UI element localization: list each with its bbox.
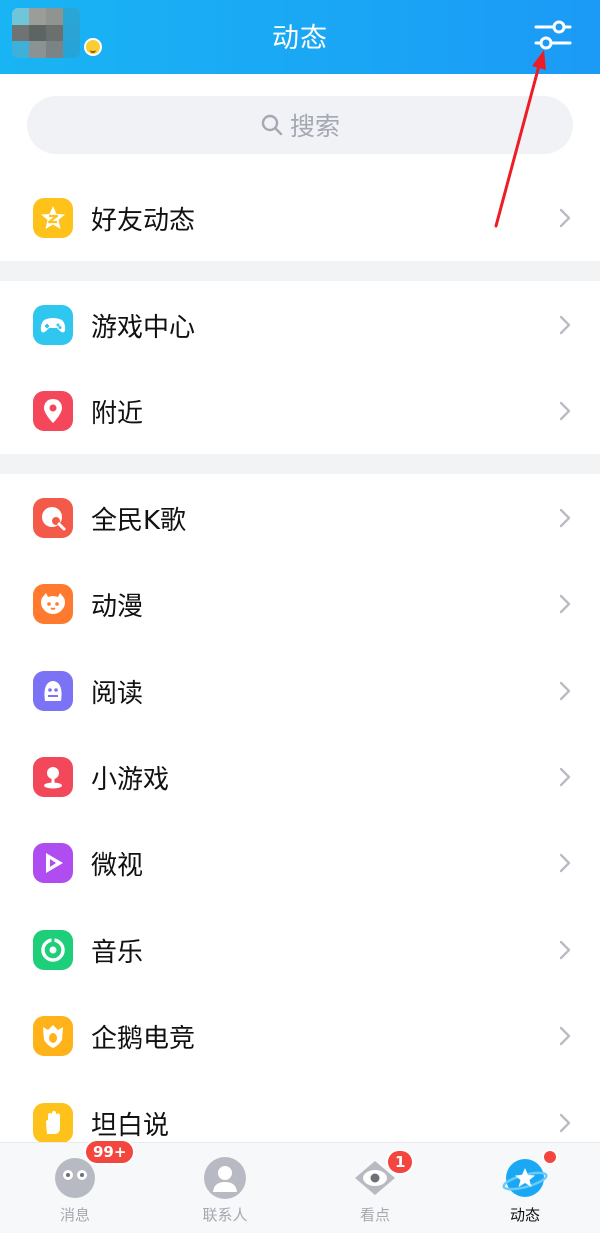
list-item-nearby[interactable]: 附近 (0, 368, 600, 454)
chevron-right-icon (559, 681, 571, 701)
new-activity-dot (542, 1149, 558, 1165)
list-item-label: 企鹅电竞 (91, 1023, 196, 1054)
list-item-game-center[interactable]: 游戏中心 (0, 282, 600, 368)
unread-badge: 99+ (84, 1139, 136, 1165)
reading-mascot-icon (33, 671, 73, 711)
music-disc-icon (33, 930, 73, 970)
page-title: 动态 (272, 23, 328, 54)
list-item-label: 微视 (91, 850, 144, 881)
list-item-karaoke[interactable]: 全民K歌 (0, 475, 600, 561)
chevron-right-icon (559, 853, 571, 873)
search-input[interactable]: 搜索 (27, 96, 573, 154)
list-item-reading[interactable]: 阅读 (0, 648, 600, 734)
header-bar: 动态 (0, 0, 600, 74)
karaoke-icon (33, 498, 73, 538)
chevron-right-icon (559, 940, 571, 960)
gamepad-icon (33, 305, 73, 345)
star-planet-icon (502, 1159, 548, 1197)
filter-sliders-icon[interactable] (532, 14, 574, 56)
list-item-friend-feed[interactable]: 好友动态 (0, 175, 600, 421)
qzone-star-icon (33, 198, 73, 238)
list-item-esports[interactable]: 企鹅电竞 (0, 993, 600, 1079)
hand-icon (33, 1103, 73, 1143)
tab-dynamics[interactable]: 动态 (450, 1143, 600, 1233)
tab-messages[interactable]: 99+ 消息 (0, 1139, 150, 1233)
mini-game-icon (33, 757, 73, 797)
tab-label: 联系人 (202, 1206, 248, 1224)
list-item-music[interactable]: 音乐 (0, 907, 600, 993)
list-item-mini-games[interactable]: 小游戏 (0, 734, 600, 820)
list-item-label: 好友动态 (91, 205, 196, 236)
list-item-label: 音乐 (91, 937, 144, 968)
list-item-label: 游戏中心 (91, 312, 196, 343)
bottom-tab-bar: 99+ 消息 联系人 1 看点 动态 (0, 1139, 600, 1233)
esports-crest-icon (33, 1016, 73, 1056)
unread-badge: 1 (386, 1149, 415, 1175)
anime-face-icon (33, 584, 73, 624)
list-item-label: 坦白说 (91, 1110, 170, 1141)
chevron-right-icon (559, 508, 571, 528)
list-item-anime[interactable]: 动漫 (0, 561, 600, 647)
chevron-right-icon (559, 208, 571, 228)
list-item-label: 全民K歌 (91, 505, 187, 536)
chevron-right-icon (559, 594, 571, 614)
list-item-label: 阅读 (91, 678, 144, 709)
section-divider (0, 454, 600, 474)
search-icon (261, 114, 283, 136)
location-pin-icon (33, 391, 73, 431)
weishi-play-icon (33, 843, 73, 883)
chevron-right-icon (559, 315, 571, 335)
tab-kandian[interactable]: 1 看点 (300, 1143, 450, 1233)
list-item-label: 动漫 (91, 591, 144, 622)
list-item-label: 小游戏 (91, 764, 170, 795)
list-item-label: 附近 (91, 398, 144, 429)
tab-contacts[interactable]: 联系人 (150, 1143, 300, 1233)
chevron-right-icon (559, 767, 571, 787)
contacts-icon (204, 1157, 246, 1199)
chevron-right-icon (559, 401, 571, 421)
tab-label: 动态 (509, 1206, 540, 1224)
chevron-right-icon (559, 1026, 571, 1046)
section-divider (0, 261, 600, 281)
list-item-weishi[interactable]: 微视 (0, 820, 600, 906)
tab-label: 看点 (359, 1206, 390, 1224)
tab-label: 消息 (59, 1206, 90, 1224)
chevron-right-icon (559, 1113, 571, 1133)
search-placeholder: 搜索 (289, 112, 340, 141)
